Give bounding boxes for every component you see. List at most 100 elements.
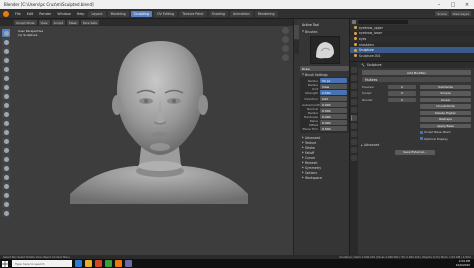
linear-button[interactable]: Linear <box>420 97 471 102</box>
delete-higher-button[interactable]: Delete Higher <box>420 110 471 115</box>
radius-field[interactable]: 50 px <box>320 78 347 83</box>
tool-clay[interactable] <box>2 47 10 55</box>
data-tab-icon[interactable] <box>351 147 357 153</box>
system-clock[interactable]: 2:09 PM 10/6/2020 <box>456 259 474 267</box>
tool-draw[interactable] <box>2 29 10 37</box>
tool-rotate[interactable] <box>2 200 10 208</box>
section-brushes[interactable]: ▼ Brushes <box>300 29 349 34</box>
autosmooth-field[interactable]: 0.000 <box>320 102 347 107</box>
maximize-icon[interactable]: □ <box>446 0 460 9</box>
3d-viewport[interactable]: Sculpt Mode View Sculpt Mask Face Sets U… <box>0 19 293 255</box>
browser-icon[interactable] <box>95 260 102 267</box>
file-explorer-icon[interactable] <box>85 260 92 267</box>
tool-blob[interactable] <box>2 92 10 100</box>
section-workspace[interactable]: ▶ Workspace <box>300 175 349 180</box>
apply-base-button[interactable]: Apply Base <box>420 123 471 128</box>
scene-selector[interactable]: Scene <box>435 11 449 16</box>
tool-tab-icon[interactable] <box>351 67 357 73</box>
tool-draw-sharp[interactable] <box>2 38 10 46</box>
object-tab-icon[interactable] <box>351 107 357 113</box>
camera-icon[interactable] <box>282 45 289 52</box>
tool-pinch[interactable] <box>2 146 10 154</box>
tool-clay-thumb[interactable] <box>2 65 10 73</box>
menu-edit[interactable]: Edit <box>25 12 36 16</box>
grid-icon[interactable] <box>282 54 289 61</box>
tool-nudge[interactable] <box>2 191 10 199</box>
app-icon[interactable] <box>105 260 112 267</box>
close-icon[interactable]: × <box>460 0 474 9</box>
filter-icon[interactable] <box>352 20 356 24</box>
preview-level-field[interactable]: 2 <box>388 84 416 89</box>
unsubdivide-button[interactable]: Unsubdivide <box>420 104 471 109</box>
add-modifier-button[interactable]: Add Modifier <box>362 70 471 75</box>
strength-field[interactable]: 0.500 <box>320 90 347 95</box>
modifier-name-field[interactable]: Multires <box>362 77 471 82</box>
material-tab-icon[interactable] <box>351 155 357 161</box>
workspace-tab-sculpting[interactable]: Sculpting <box>130 10 153 17</box>
app-icon[interactable] <box>125 260 132 267</box>
menu-file[interactable]: File <box>13 12 23 16</box>
physics-tab-icon[interactable] <box>351 131 357 137</box>
tool-scrape[interactable] <box>2 137 10 145</box>
tool-flatten[interactable] <box>2 119 10 127</box>
workspace-tab-animation[interactable]: Animation <box>229 10 253 17</box>
scene-tab-icon[interactable] <box>351 91 357 97</box>
particles-tab-icon[interactable] <box>351 123 357 129</box>
optimal-display-checkbox[interactable]: Optimal Display <box>420 137 448 141</box>
subdivide-button[interactable]: Subdivide <box>420 84 471 89</box>
output-tab-icon[interactable] <box>351 83 357 89</box>
tool-fill[interactable] <box>2 128 10 136</box>
hardness-field[interactable]: 0.000 <box>320 114 347 119</box>
tool-inflate[interactable] <box>2 83 10 91</box>
tool-smooth[interactable] <box>2 110 10 118</box>
tab-tool[interactable] <box>294 25 299 39</box>
sculpt-base-mesh-checkbox[interactable]: Sculpt Base Mesh <box>420 130 450 134</box>
outliner-item[interactable]: Sculpture.001 <box>350 53 474 59</box>
render-tab-icon[interactable] <box>351 75 357 81</box>
zoom-icon[interactable] <box>282 27 289 34</box>
tool-mask[interactable] <box>2 209 10 217</box>
save-external-button[interactable]: Save External... <box>395 149 435 155</box>
tab-view[interactable] <box>294 40 299 54</box>
brush-name-field[interactable]: Draw <box>300 66 349 71</box>
workspace-tab-rendering[interactable]: Rendering <box>254 10 278 17</box>
tool-thumb[interactable] <box>2 173 10 181</box>
outliner-search-input[interactable] <box>358 20 408 24</box>
normal-radius-field[interactable]: 0.500 <box>320 108 347 113</box>
blender-taskbar-icon[interactable] <box>115 260 122 267</box>
menu-render[interactable]: Render <box>37 12 53 16</box>
menu-help[interactable]: Help <box>75 12 87 16</box>
workspace-tab-shading[interactable]: Shading <box>208 10 228 17</box>
simple-button[interactable]: Simple <box>420 91 471 96</box>
plane-trim-field[interactable]: 0.500 <box>320 126 347 131</box>
constraints-tab-icon[interactable] <box>351 139 357 145</box>
modifier-tab-icon[interactable] <box>351 115 357 121</box>
workspace-tab-uv-editing[interactable]: UV Editing <box>154 10 178 17</box>
pan-icon[interactable] <box>282 36 289 43</box>
radius-unit-field[interactable]: View <box>320 84 347 89</box>
direction-field[interactable]: Add <box>320 96 347 101</box>
minimize-icon[interactable]: – <box>432 0 446 9</box>
workspace-tab-modeling[interactable]: Modeling <box>107 10 129 17</box>
tool-grab[interactable] <box>2 155 10 163</box>
tool-snake-hook[interactable] <box>2 164 10 172</box>
brush-preview[interactable] <box>309 36 340 64</box>
view-layer-selector[interactable]: View Layer <box>450 11 471 16</box>
plane-offset-field[interactable]: 0.000 <box>320 120 347 125</box>
tool-clay-strips[interactable] <box>2 56 10 64</box>
sculpt-level-field[interactable]: 2 <box>388 91 416 96</box>
reshape-button[interactable]: Reshape <box>420 117 471 122</box>
world-tab-icon[interactable] <box>351 99 357 105</box>
workspace-tab-texture-paint[interactable]: Texture Paint <box>179 10 207 17</box>
tool-layer[interactable] <box>2 74 10 82</box>
taskbar-search-input[interactable]: Type here to search <box>12 260 72 267</box>
tool-pose[interactable] <box>2 182 10 190</box>
workspace-tab-layout[interactable]: Layout <box>88 10 106 17</box>
blender-logo-icon[interactable] <box>3 10 9 17</box>
tool-crease[interactable] <box>2 101 10 109</box>
section-advanced-modifier[interactable]: ▶ Advanced <box>359 143 474 148</box>
render-level-field[interactable]: 2 <box>388 97 416 102</box>
menu-window[interactable]: Window <box>55 12 72 16</box>
windows-start-icon[interactable] <box>0 259 10 268</box>
task-view-icon[interactable] <box>75 260 82 267</box>
